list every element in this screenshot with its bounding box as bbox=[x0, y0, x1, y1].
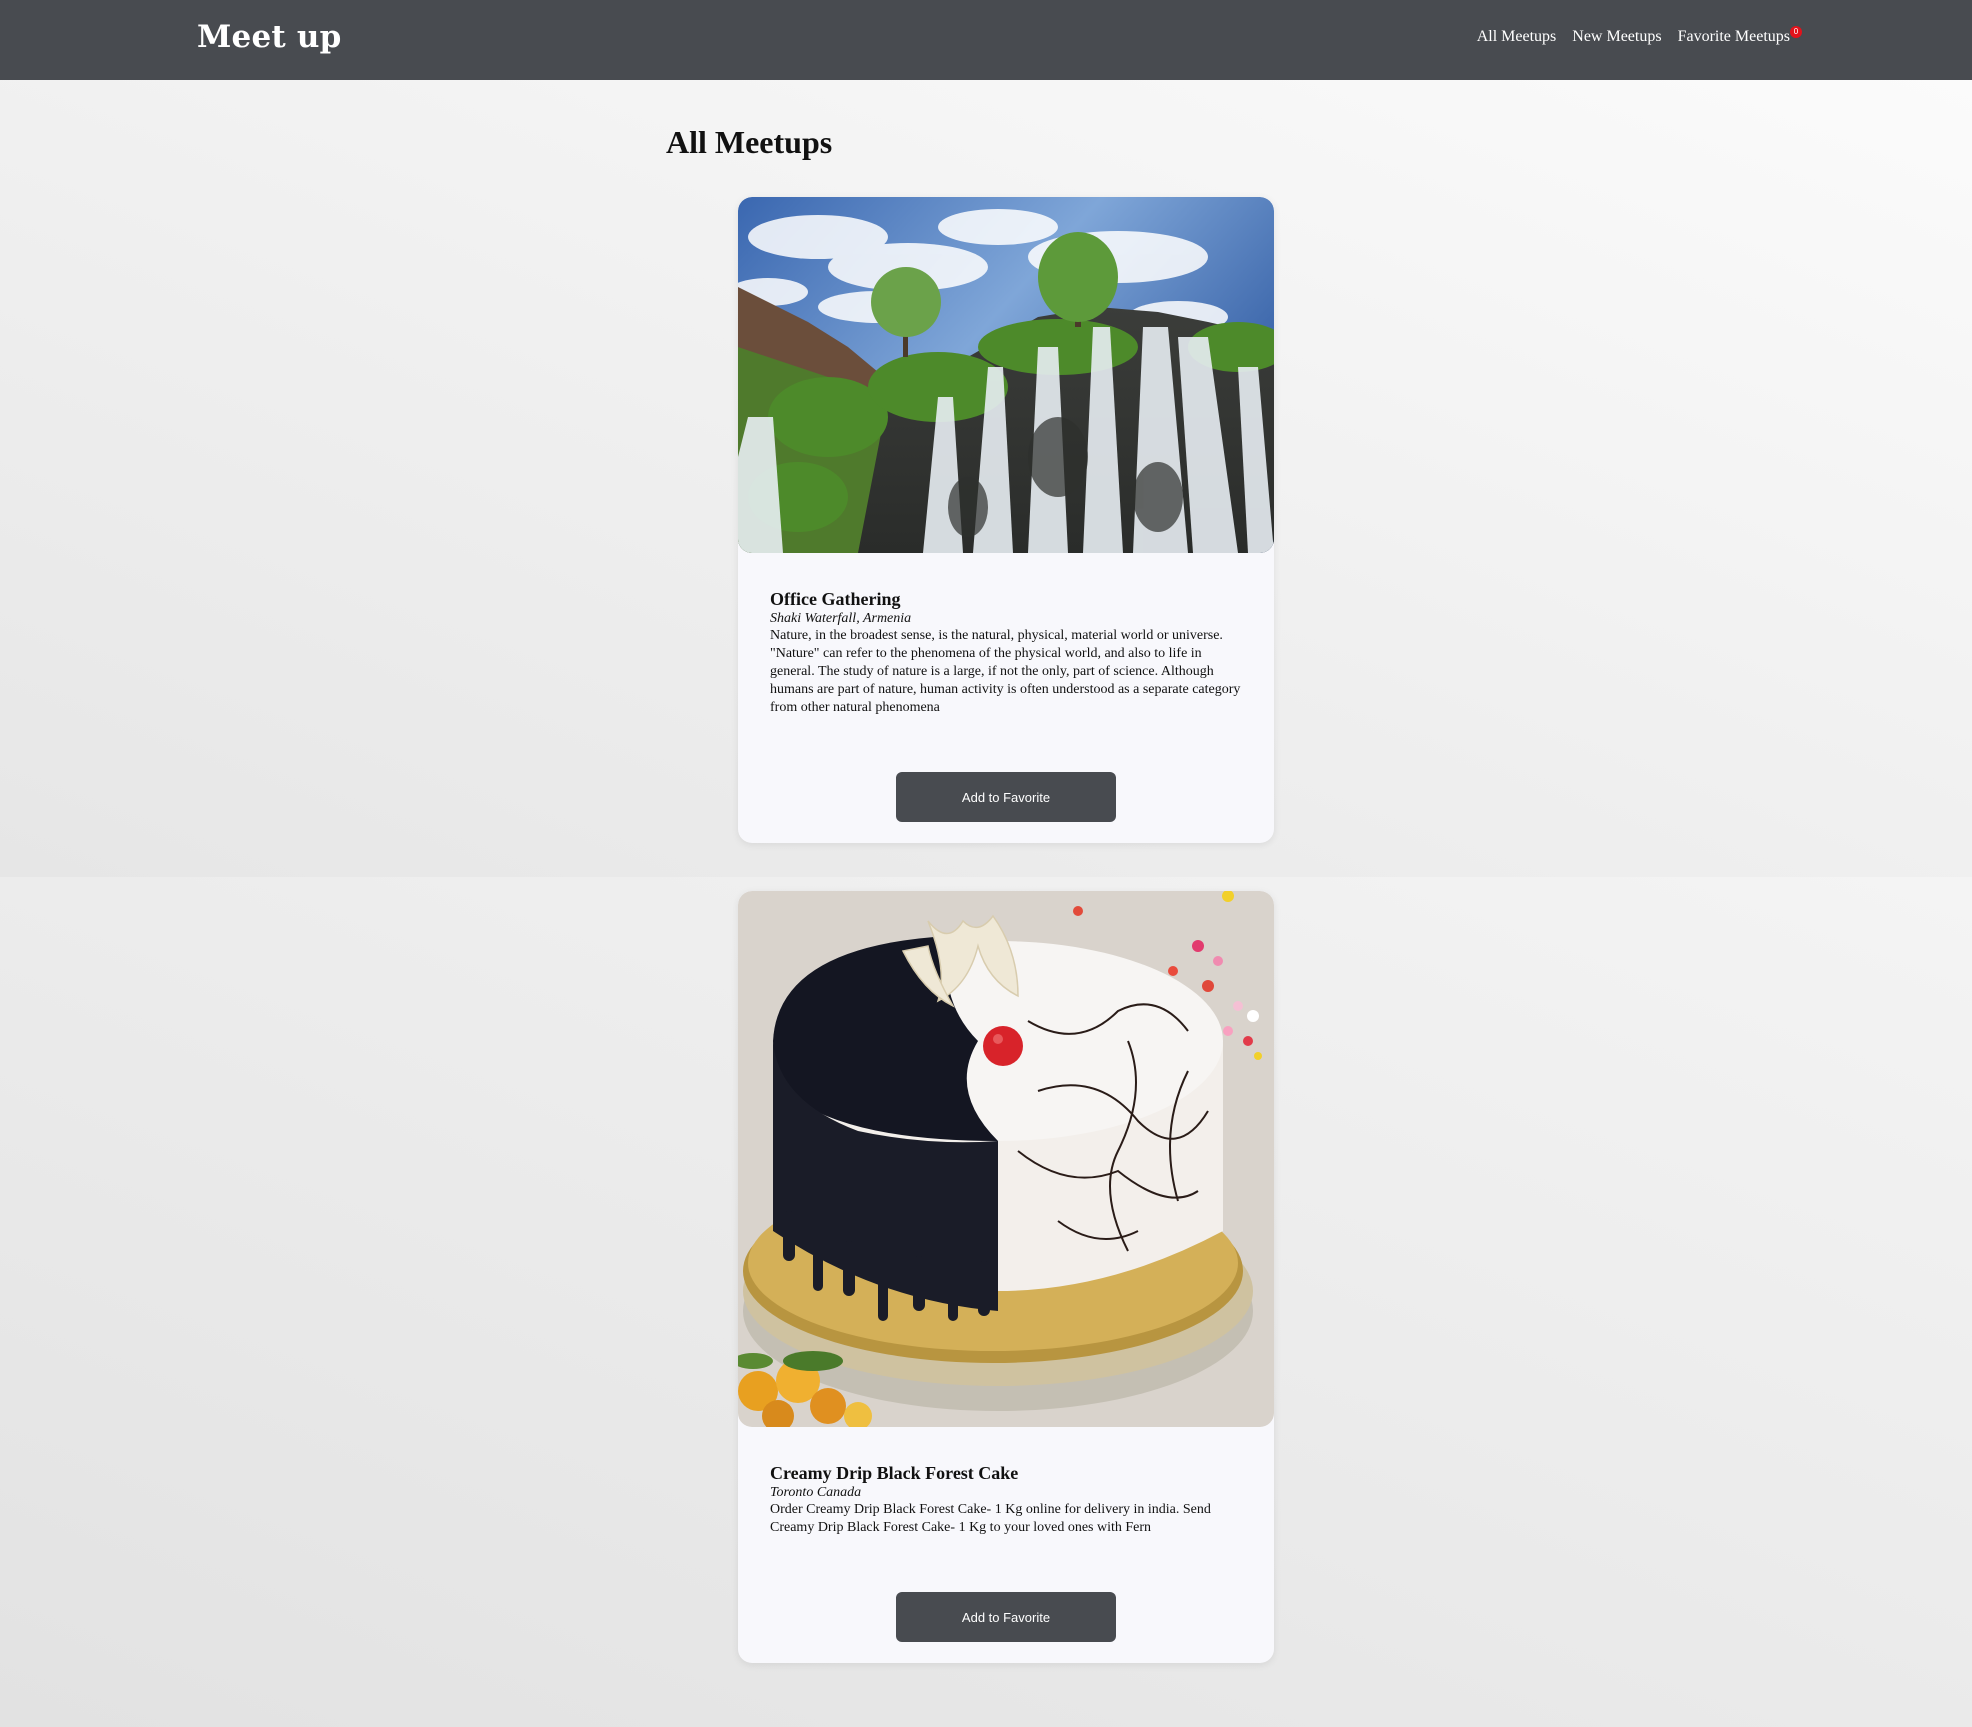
meetup-content: Office Gathering Shaki Waterfall, Armeni… bbox=[770, 589, 1246, 717]
navbar: Meet up All Meetups New Meetups Favorite… bbox=[0, 0, 1972, 80]
page-title: All Meetups bbox=[666, 124, 833, 160]
brand-logo[interactable]: Meet up bbox=[197, 19, 342, 55]
nav-link-favorite-label: Favorite Meetups bbox=[1677, 28, 1790, 45]
meetup-description: Nature, in the broadest sense, is the na… bbox=[770, 628, 1241, 715]
meetup-card: Creamy Drip Black Forest Cake Toronto Ca… bbox=[738, 891, 1274, 1663]
meetup-title: Creamy Drip Black Forest Cake bbox=[770, 1463, 1019, 1483]
nav-link-all-meetups[interactable]: All Meetups bbox=[1477, 28, 1557, 46]
add-to-favorite-button[interactable]: Add to Favorite bbox=[896, 772, 1116, 822]
meetup-image bbox=[738, 197, 1274, 553]
nav-link-favorite-meetups[interactable]: Favorite Meetups 0 bbox=[1677, 26, 1802, 46]
meetup-title: Office Gathering bbox=[770, 589, 901, 609]
meetup-card: Office Gathering Shaki Waterfall, Armeni… bbox=[738, 197, 1274, 843]
meetup-content: Creamy Drip Black Forest Cake Toronto Ca… bbox=[770, 1463, 1246, 1537]
add-to-favorite-button[interactable]: Add to Favorite bbox=[896, 1592, 1116, 1642]
meetup-description: Order Creamy Drip Black Forest Cake- 1 K… bbox=[770, 1502, 1211, 1535]
main-nav: All Meetups New Meetups Favorite Meetups… bbox=[1477, 26, 1802, 46]
nav-link-new-meetups[interactable]: New Meetups bbox=[1572, 28, 1661, 46]
cake-photo-icon bbox=[738, 891, 1274, 1427]
waterfall-photo-icon bbox=[738, 197, 1274, 553]
meetup-address: Shaki Waterfall, Armenia bbox=[770, 611, 912, 626]
meetup-address: Toronto Canada bbox=[770, 1485, 862, 1500]
meetup-image bbox=[738, 891, 1274, 1427]
favorites-count-badge: 0 bbox=[1790, 26, 1802, 38]
